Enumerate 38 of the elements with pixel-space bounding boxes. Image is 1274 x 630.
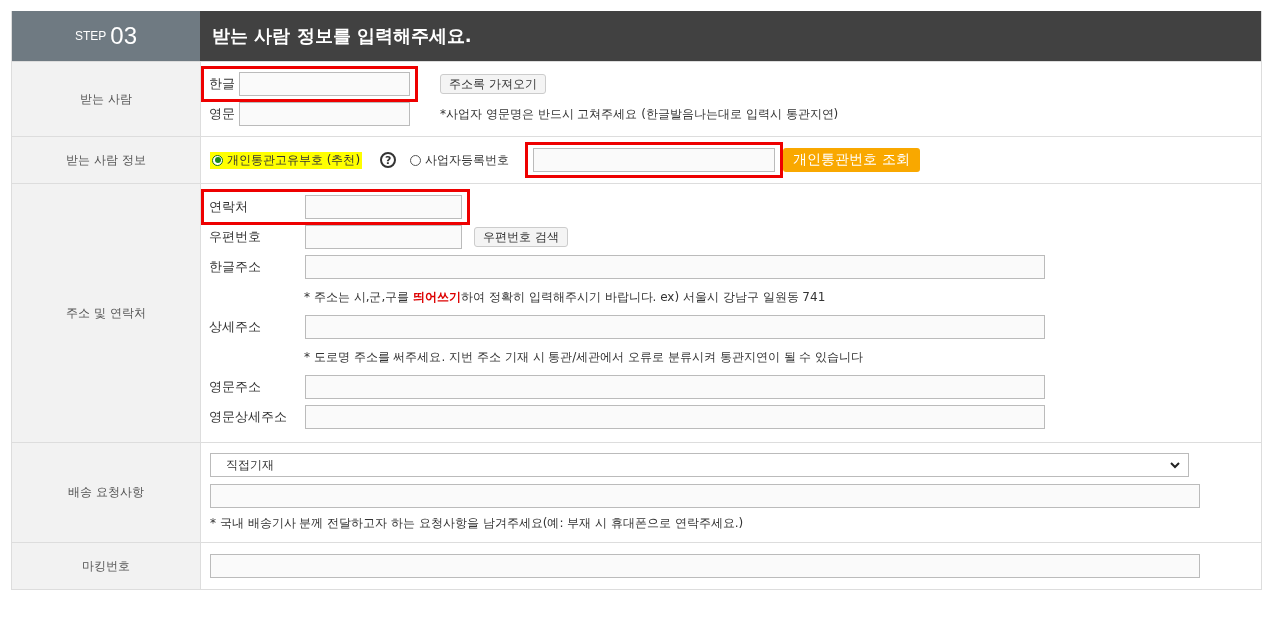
help-icon[interactable]: ? <box>380 152 397 168</box>
field-label: 영문주소 <box>209 378 262 396</box>
text-field[interactable] <box>305 375 1045 399</box>
field-label: 상세주소 <box>209 318 262 336</box>
page-title: 받는 사람 정보를 입력해주세요. <box>212 24 472 48</box>
row-label: 받는 사람 정보 <box>66 151 146 169</box>
row-label: 마킹번호 <box>82 557 130 575</box>
note-text: *사업자 영문명은 반드시 고쳐주세요 (한글발음나는대로 입력시 통관지연) <box>440 105 839 123</box>
text-field[interactable] <box>305 315 1045 339</box>
field-label: 한글주소 <box>209 258 262 276</box>
step-label: STEP <box>74 29 107 43</box>
text-field[interactable] <box>210 554 1200 578</box>
text-field[interactable] <box>305 225 462 249</box>
text-field[interactable] <box>239 102 410 126</box>
step-number: 03 <box>110 22 137 50</box>
row-label: 주소 및 연락처 <box>66 304 146 322</box>
text-field[interactable] <box>305 405 1045 429</box>
field-label: 연락처 <box>209 198 249 216</box>
row-label: 받는 사람 <box>80 90 132 108</box>
radio-option[interactable]: 사업자등록번호 <box>408 151 512 169</box>
field-label: 영문상세주소 <box>209 408 288 426</box>
note-text: * 국내 배송기사 분께 전달하고자 하는 요청사항을 남겨주세요(예: 부재 시 휴대폰으로 연락주세요.) <box>210 515 745 532</box>
note-text: * 주소는 시,군,구를 띄어쓰기하여 정확히 입력해주시기 바랍니다. ex) 서울시 강남구 일원동 741 <box>304 288 826 306</box>
request-select[interactable]: 직접기재 <box>210 453 1189 477</box>
address-book-button[interactable]: 주소록 가져오기 <box>440 74 546 94</box>
field-label: 한글 <box>209 75 235 93</box>
text-field[interactable] <box>305 255 1045 279</box>
zip-search-button[interactable]: 우편번호 검색 <box>474 227 568 247</box>
radio-option[interactable]: 개인통관고유부호 (추천) <box>210 151 363 169</box>
text-field[interactable] <box>305 195 462 219</box>
text-field[interactable] <box>533 148 776 172</box>
row-label: 배송 요청사항 <box>68 484 144 501</box>
note-text: * 도로명 주소를 써주세요. 지번 주소 기재 시 통관/세관에서 오류로 분류시켜 통관지연이 될 수 있습니다 <box>304 348 864 366</box>
text-field[interactable] <box>210 484 1200 508</box>
chevron-icon <box>1170 461 1180 469</box>
field-label: 영문 <box>209 105 235 123</box>
field-label: 우편번호 <box>209 228 262 246</box>
text-field[interactable] <box>239 72 410 96</box>
